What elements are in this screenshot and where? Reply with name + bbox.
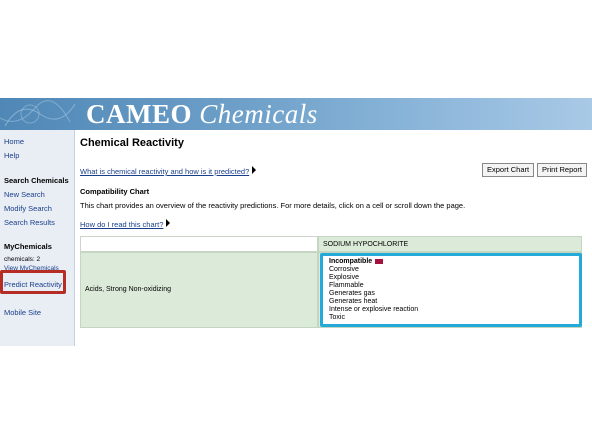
hazard-item: Generates heat bbox=[329, 298, 378, 305]
sidebar-item-modify-search[interactable]: Modify Search bbox=[4, 204, 52, 213]
compatibility-chart-description: This chart provides an overview of the r… bbox=[80, 201, 466, 210]
what-is-reactivity-row: What is chemical reactivity and how is i… bbox=[80, 161, 257, 179]
hazard-item: Flammable bbox=[329, 282, 364, 289]
chart-result-highlight[interactable]: Incompatible Corrosive Explosive Flammab… bbox=[320, 253, 582, 327]
hazard-item: Toxic bbox=[329, 314, 345, 321]
sidebar-nav: Home Help Search Chemicals New Search Mo… bbox=[0, 130, 75, 346]
triangle-right-icon bbox=[166, 218, 171, 227]
hazard-item: Explosive bbox=[329, 274, 359, 281]
sidebar-item-search-results[interactable]: Search Results bbox=[4, 218, 55, 227]
hazard-item: Generates gas bbox=[329, 290, 375, 297]
sidebar-item-home[interactable]: Home bbox=[4, 137, 24, 146]
chart-corner-cell bbox=[80, 236, 318, 252]
print-report-button[interactable]: Print Report bbox=[537, 163, 588, 177]
how-read-chart-link[interactable]: How do I read this chart? bbox=[80, 220, 163, 229]
page-title: Chemical Reactivity bbox=[80, 137, 184, 149]
hazard-item: Corrosive bbox=[329, 266, 359, 273]
sidebar-item-new-search[interactable]: New Search bbox=[4, 190, 45, 199]
logo-word-chemicals: Chemicals bbox=[199, 99, 318, 129]
sidebar-chemicals-count: chemicals: 2 bbox=[4, 256, 41, 263]
triangle-right-icon bbox=[252, 165, 257, 174]
site-banner: CAMEO Chemicals bbox=[0, 98, 592, 130]
incompatible-swatch-icon bbox=[375, 258, 384, 264]
site-logo-title[interactable]: CAMEO Chemicals bbox=[86, 99, 318, 130]
logo-word-cameo: CAMEO bbox=[86, 99, 192, 129]
export-chart-button[interactable]: Export Chart bbox=[482, 163, 535, 177]
compatibility-chart-title: Compatibility Chart bbox=[80, 187, 150, 196]
sidebar-header-search: Search Chemicals bbox=[4, 176, 69, 185]
result-status-row: Incompatible bbox=[329, 258, 573, 266]
what-is-reactivity-link[interactable]: What is chemical reactivity and how is i… bbox=[80, 167, 249, 176]
hazard-item: Intense or explosive reaction bbox=[329, 306, 419, 313]
result-status: Incompatible bbox=[329, 258, 373, 265]
predict-reactivity-highlight bbox=[0, 270, 66, 294]
reactive-group-label: Acids, Strong Non-oxidizing bbox=[85, 286, 171, 293]
sidebar-header-mychemicals: MyChemicals bbox=[4, 242, 52, 251]
chart-chemical-header[interactable]: SODIUM HYPOCHLORITE bbox=[318, 236, 582, 252]
chart-reactive-group-cell[interactable]: Acids, Strong Non-oxidizing bbox=[80, 252, 318, 328]
how-read-chart-row: How do I read this chart? bbox=[80, 214, 171, 232]
compatibility-chart: SODIUM HYPOCHLORITE Acids, Strong Non-ox… bbox=[80, 236, 582, 328]
banner-decoration-icon bbox=[0, 100, 76, 127]
sidebar-item-mobile-site[interactable]: Mobile Site bbox=[4, 308, 41, 317]
sidebar-item-help[interactable]: Help bbox=[4, 151, 19, 160]
